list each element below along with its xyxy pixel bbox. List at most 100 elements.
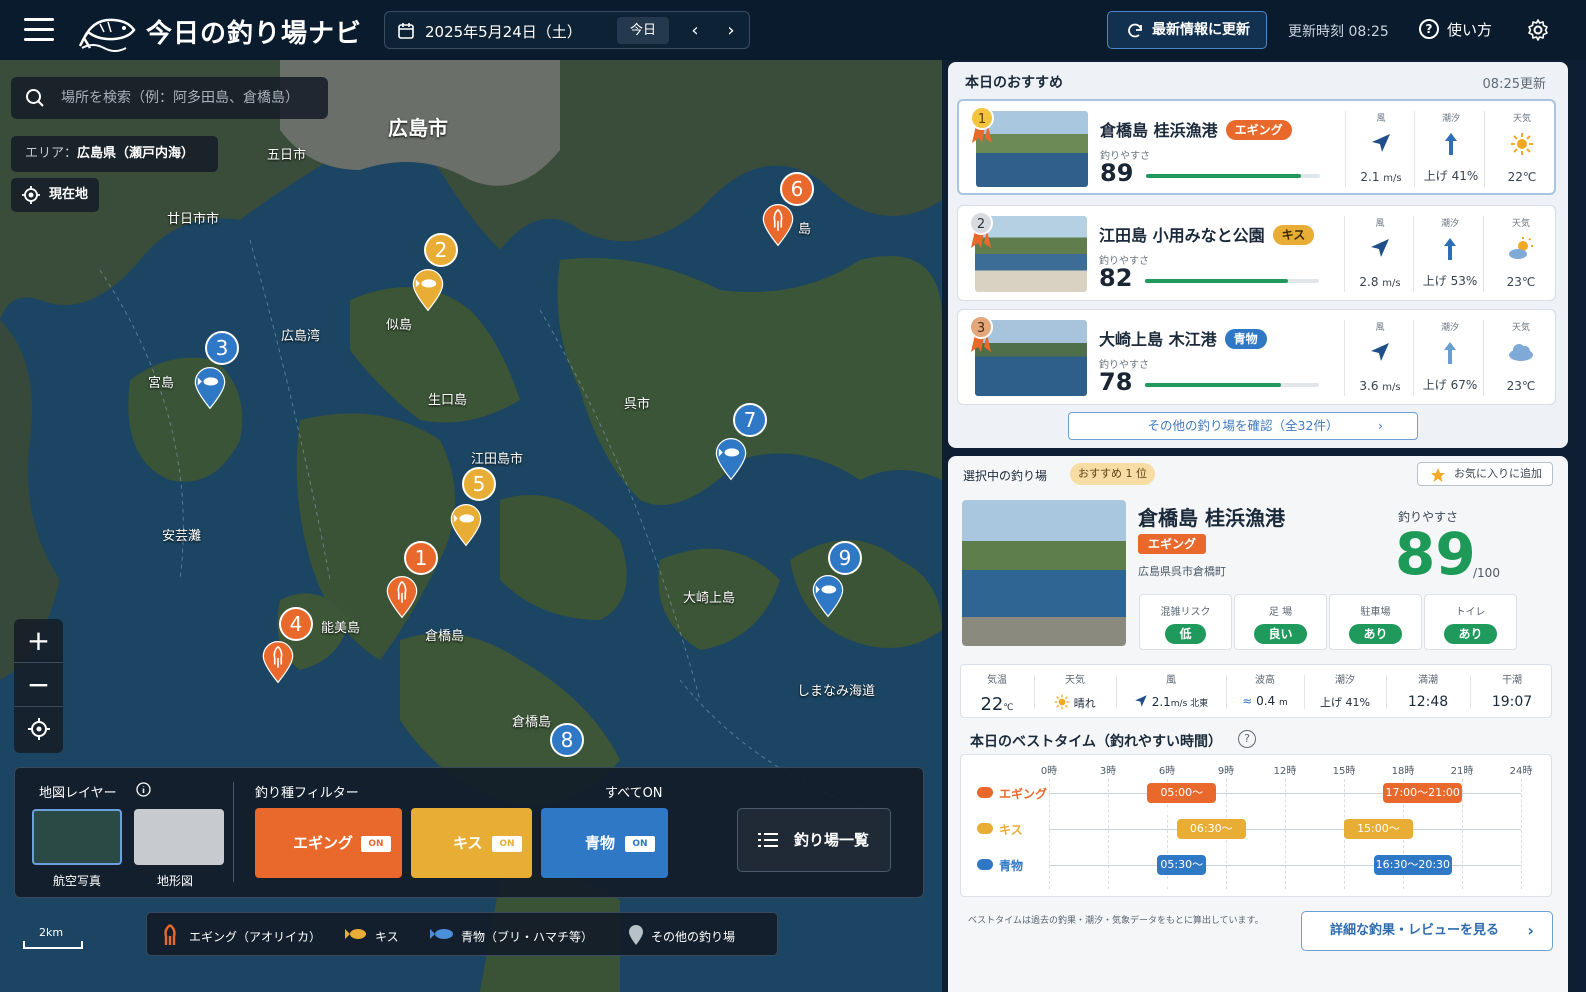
terrain-layer-thumb[interactable] — [134, 809, 224, 865]
tide-label: 潮汐 — [1440, 219, 1459, 229]
best-time-segment[interactable]: 05:00～08:30 — [1147, 783, 1217, 819]
pin-number-7[interactable]: 7 — [733, 403, 767, 437]
app-title: 今日の釣り場ナビ — [146, 19, 363, 49]
date-selector[interactable]: 2025年5月24日（土） 今日 ‹ › — [384, 11, 750, 49]
recommend-card-1[interactable]: 1 倉橋島 桂浜漁港 エギング 釣りやすさ 89 風 2.1 m/s 潮汐 上げ 41… — [957, 99, 1556, 195]
hour-tick-label: 15時 — [1332, 766, 1356, 777]
cloud-icon — [1509, 344, 1533, 361]
fish-icon — [977, 859, 993, 870]
filter-eging-button[interactable]: エギング ON — [255, 808, 402, 878]
favorite-label: お気に入りに追加 — [1454, 467, 1542, 480]
fish-icon — [430, 929, 453, 939]
silver-medal-icon: 2 — [969, 211, 993, 248]
place-label: しまなみ海道 — [797, 684, 876, 699]
squid-pin-icon[interactable] — [382, 575, 422, 619]
pin-number-2[interactable]: 2 — [424, 233, 458, 267]
fish-pin-icon[interactable] — [711, 437, 751, 481]
pin-number-4[interactable]: 4 — [279, 607, 313, 641]
best-time-segment[interactable]: 17:00～21:00 — [1383, 783, 1462, 803]
spot-name: 倉橋島 桂浜漁港 エギング — [1100, 117, 1292, 141]
squid-pin-icon[interactable] — [758, 203, 798, 247]
spot-list-button[interactable]: 釣り場一覧 — [737, 808, 891, 872]
score-bar-fill — [1146, 174, 1301, 178]
spot-photo — [962, 500, 1126, 646]
area-selector[interactable]: エリア：広島県（瀬戸内海） — [11, 136, 218, 172]
recommend-card-2[interactable]: 2 江田島 小用みなと公園 キス 釣りやすさ 82 風 2.8 m/s 潮汐 上げ 5… — [957, 205, 1556, 301]
pin-number-3[interactable]: 3 — [205, 331, 239, 365]
fish-pin-icon[interactable] — [190, 366, 230, 410]
wind-column: 風 2.8 m/s — [1347, 216, 1413, 292]
aerial-layer-thumb[interactable] — [32, 809, 122, 865]
all-on-toggle[interactable]: すべてON — [605, 782, 663, 801]
facility-congestion: 混雑リスク低 — [1139, 594, 1232, 650]
score-bar-fill — [1145, 383, 1281, 387]
current-location-button[interactable]: 現在地 — [11, 178, 99, 212]
map-search-input[interactable]: 場所を検索（例：阿多田島、倉橋島） — [11, 77, 328, 119]
hamburger-menu-icon[interactable] — [24, 18, 54, 42]
refresh-label: 最新情報に更新 — [1152, 22, 1250, 38]
info-icon[interactable] — [136, 782, 151, 797]
best-time-note: ベストタイムは過去の釣果・潮汐・気象データをもとに算出しています。 — [968, 916, 1264, 926]
place-label: 宮島 — [148, 376, 175, 391]
fish-pin-icon[interactable] — [446, 503, 486, 547]
prev-day-chevron-icon[interactable]: ‹ — [683, 17, 707, 44]
easy-score: 89 — [1100, 159, 1134, 187]
detail-reviews-button[interactable]: 詳細な釣果・レビューを見る › — [1301, 911, 1553, 951]
hour-gridline — [1462, 779, 1463, 889]
wind-column: 風 3.6 m/s — [1347, 320, 1413, 396]
filter-aomono-button[interactable]: 青物 ON — [541, 808, 668, 878]
question-icon[interactable]: ? — [1238, 730, 1256, 748]
help-link[interactable]: ? 使い方 — [1419, 19, 1492, 40]
best-time-segment[interactable]: 15:00～18:30 — [1344, 819, 1413, 855]
next-day-chevron-icon[interactable]: › — [719, 17, 743, 44]
pin-number-9[interactable]: 9 — [828, 541, 862, 575]
help-label: 使い方 — [1447, 21, 1493, 39]
low-tide-cell: 干潮 19:07 — [1491, 675, 1533, 710]
zoom-in-button[interactable]: + — [14, 619, 63, 663]
score-max: /100 — [1473, 566, 1500, 580]
pin-number-5[interactable]: 5 — [462, 467, 496, 501]
pin-number-8[interactable]: 8 — [550, 723, 584, 757]
more-spots-button[interactable]: その他の釣り場を確認（全32件） › — [1068, 412, 1418, 440]
zoom-out-button[interactable]: − — [14, 663, 63, 707]
wind-value: 2.1 m/s — [1360, 170, 1402, 184]
weather-column: 天気 23℃ — [1488, 320, 1554, 396]
place-label: 廿日市市 — [167, 212, 220, 227]
best-time-segment[interactable]: 06:30～10:00 — [1176, 819, 1246, 855]
bronze-medal-icon: 3 — [969, 315, 993, 352]
fish-pin-icon[interactable] — [408, 268, 448, 312]
map-view[interactable]: 場所を検索（例：阿多田島、倉橋島） エリア：広島県（瀬戸内海） 現在地 広島市 … — [0, 60, 942, 992]
fish-logo-icon — [78, 18, 136, 52]
selected-spot-panel: 選択中の釣り場 おすすめ 1 位 お気に入りに追加 倉橋島 桂浜漁港 エギング … — [948, 456, 1568, 992]
temp-value: 23℃ — [1506, 275, 1536, 289]
pin-number-6[interactable]: 6 — [780, 172, 814, 206]
today-button[interactable]: 今日 — [617, 17, 669, 44]
zoom-controls: + − — [14, 619, 63, 753]
wind-label: 風 — [1375, 219, 1385, 229]
update-time: 更新時刻 08:25 — [1288, 24, 1389, 40]
area-label: エリア： — [25, 146, 78, 161]
legend-eging: エギング（アオリイカ） — [189, 930, 322, 944]
wind-arrow-icon — [1371, 343, 1389, 361]
favorite-button[interactable]: お気に入りに追加 — [1417, 462, 1553, 486]
legend-kisu: キス — [375, 930, 399, 944]
refresh-icon — [1128, 23, 1142, 38]
filter-kisu-button[interactable]: キス ON — [411, 808, 532, 878]
gear-icon[interactable] — [1526, 18, 1550, 42]
best-time-segment[interactable]: 05:30～08:00 — [1157, 855, 1207, 891]
easy-score: 89 — [1395, 520, 1476, 588]
recommend-title: 本日のおすすめ — [965, 75, 1063, 91]
date-text: 2025年5月24日（土） — [425, 23, 582, 41]
place-label: 能美島 — [321, 621, 361, 636]
fish-pin-icon[interactable] — [808, 574, 848, 618]
temp-value: 22℃ — [1507, 170, 1537, 184]
pin-number-1[interactable]: 1 — [404, 541, 438, 575]
recenter-button[interactable] — [14, 707, 63, 751]
tide-column: 潮汐 上げ 53% — [1417, 216, 1483, 292]
refresh-button[interactable]: 最新情報に更新 — [1107, 11, 1267, 49]
place-label: 倉橋島 — [425, 629, 465, 644]
squid-pin-icon[interactable] — [258, 640, 298, 684]
best-time-segment[interactable]: 16:30～20:30 — [1373, 855, 1453, 875]
recommend-card-3[interactable]: 3 大崎上島 木江港 青物 釣りやすさ 78 風 3.6 m/s 潮汐 上げ 67% … — [957, 309, 1556, 405]
gold-medal-icon: 1 — [970, 106, 994, 143]
